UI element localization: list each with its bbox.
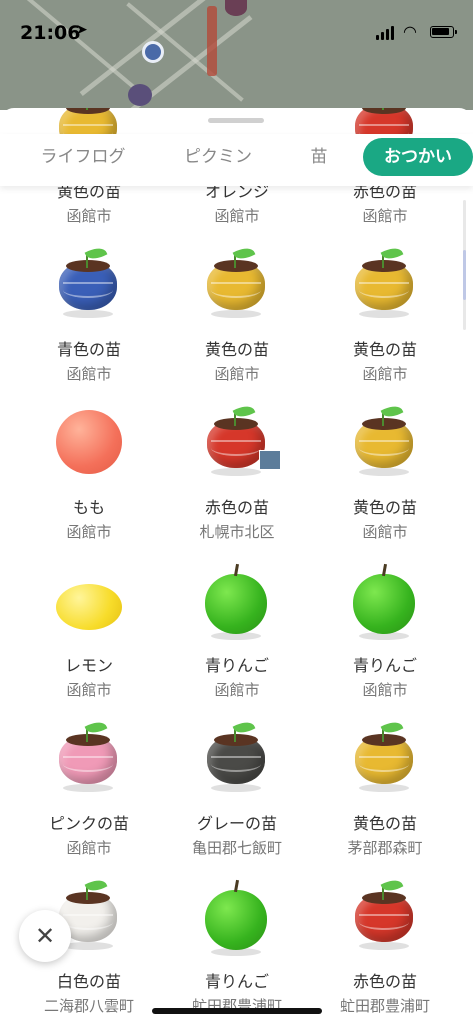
photo-badge-icon [259, 450, 281, 470]
item-name: 青りんご [352, 656, 417, 675]
item-name: もも [72, 498, 105, 517]
item-name: 白色の苗 [56, 972, 121, 991]
scrollbar-thumb[interactable] [463, 250, 466, 300]
home-indicator [152, 1008, 322, 1014]
item-location: 函館市 [362, 681, 408, 699]
item-grid: 黄色の苗 函館市 オレンジ 函館市 赤色の苗 函館市 青色の苗 函館市 黄色の苗 函館市 黄色の苗函… [0, 108, 473, 1024]
collection-item[interactable]: 黄色の苗 函館市 [310, 244, 460, 383]
item-name: レモン [64, 656, 113, 675]
collection-item[interactable]: ピンクの苗 函館市 [14, 718, 164, 857]
item-location: 亀田郡七飯町 [191, 839, 282, 857]
tab-lifelog[interactable]: ライフログ [30, 138, 136, 176]
item-name: 黄色の苗 [352, 340, 417, 359]
collection-item[interactable]: もも 函館市 [14, 406, 164, 541]
item-name: 青りんご [204, 656, 269, 675]
item-location: 函館市 [66, 207, 112, 225]
tab-pikmin[interactable]: ピクミン [172, 138, 264, 176]
status-time: 21:06 [20, 22, 81, 44]
item-name: 赤色の苗 [204, 498, 269, 517]
item-name: 青色の苗 [56, 340, 121, 359]
signal-icon [376, 24, 398, 40]
status-bar: 21:06 ➤ ◠ [0, 0, 473, 60]
item-location: 函館市 [362, 523, 408, 541]
collection-item[interactable]: 黄色の苗 函館市 [162, 244, 312, 383]
item-location: 函館市 [66, 681, 112, 699]
collection-item[interactable]: 青色の苗 函館市 [14, 244, 164, 383]
collection-item[interactable]: 赤色の苗虻田郡豊浦町 [310, 876, 460, 1015]
battery-icon [430, 26, 457, 38]
item-location: 函館市 [362, 365, 408, 383]
item-name: グレーの苗 [196, 814, 277, 833]
item-location: 函館市 [66, 839, 112, 857]
collection-item[interactable]: 青りんご 函館市 [310, 563, 460, 699]
item-name: 黄色の苗 [352, 498, 417, 517]
scrollbar[interactable] [463, 200, 466, 330]
item-location: 函館市 [214, 207, 260, 225]
collection-item[interactable]: レモン 函館市 [14, 564, 164, 699]
collection-sheet: ライフログ ピクミン 苗 おつかい 黄色の苗 函館市 オレンジ 函館市 赤色の苗 函館市青… [0, 108, 473, 1024]
item-location: 函館市 [66, 365, 112, 383]
item-location: 函館市 [214, 365, 260, 383]
item-location: 二海郡八雲町 [43, 997, 134, 1015]
tab-bar: ライフログ ピクミン 苗 おつかい [0, 134, 473, 186]
collection-item[interactable]: 青りんご 函館市 [162, 563, 312, 699]
item-name: 赤色の苗 [352, 972, 417, 991]
item-location: 茅部郡森町 [347, 839, 423, 857]
item-location: 函館市 [362, 207, 408, 225]
wifi-icon: ◠ [403, 22, 417, 41]
close-icon: ✕ [34, 922, 56, 950]
item-location: 虻田郡豊浦町 [339, 997, 430, 1015]
collection-item[interactable]: 黄色の苗 茅部郡森町 [310, 718, 460, 857]
collection-item[interactable]: グレーの苗亀田郡七飯町 [162, 718, 312, 857]
map-pikmin [128, 84, 152, 106]
collection-item[interactable]: 黄色の苗 函館市 [310, 402, 460, 541]
close-button[interactable]: ✕ [19, 910, 71, 962]
item-location: 函館市 [214, 681, 260, 699]
tab-seedlings[interactable]: 苗 [296, 138, 342, 176]
item-name: ピンクの苗 [48, 814, 129, 833]
location-arrow-icon: ➤ [76, 22, 88, 38]
item-name: 黄色の苗 [204, 340, 269, 359]
item-name: 青りんご [204, 972, 269, 991]
item-location: 函館市 [66, 523, 112, 541]
item-location: 札幌市北区 [199, 523, 275, 541]
tab-errands[interactable]: おつかい [363, 138, 473, 176]
collection-item[interactable]: 青りんご 虻田郡豊浦町 [162, 879, 312, 1015]
item-name: 黄色の苗 [352, 814, 417, 833]
collection-item[interactable]: 赤色の苗 札幌市北区 [162, 402, 312, 541]
